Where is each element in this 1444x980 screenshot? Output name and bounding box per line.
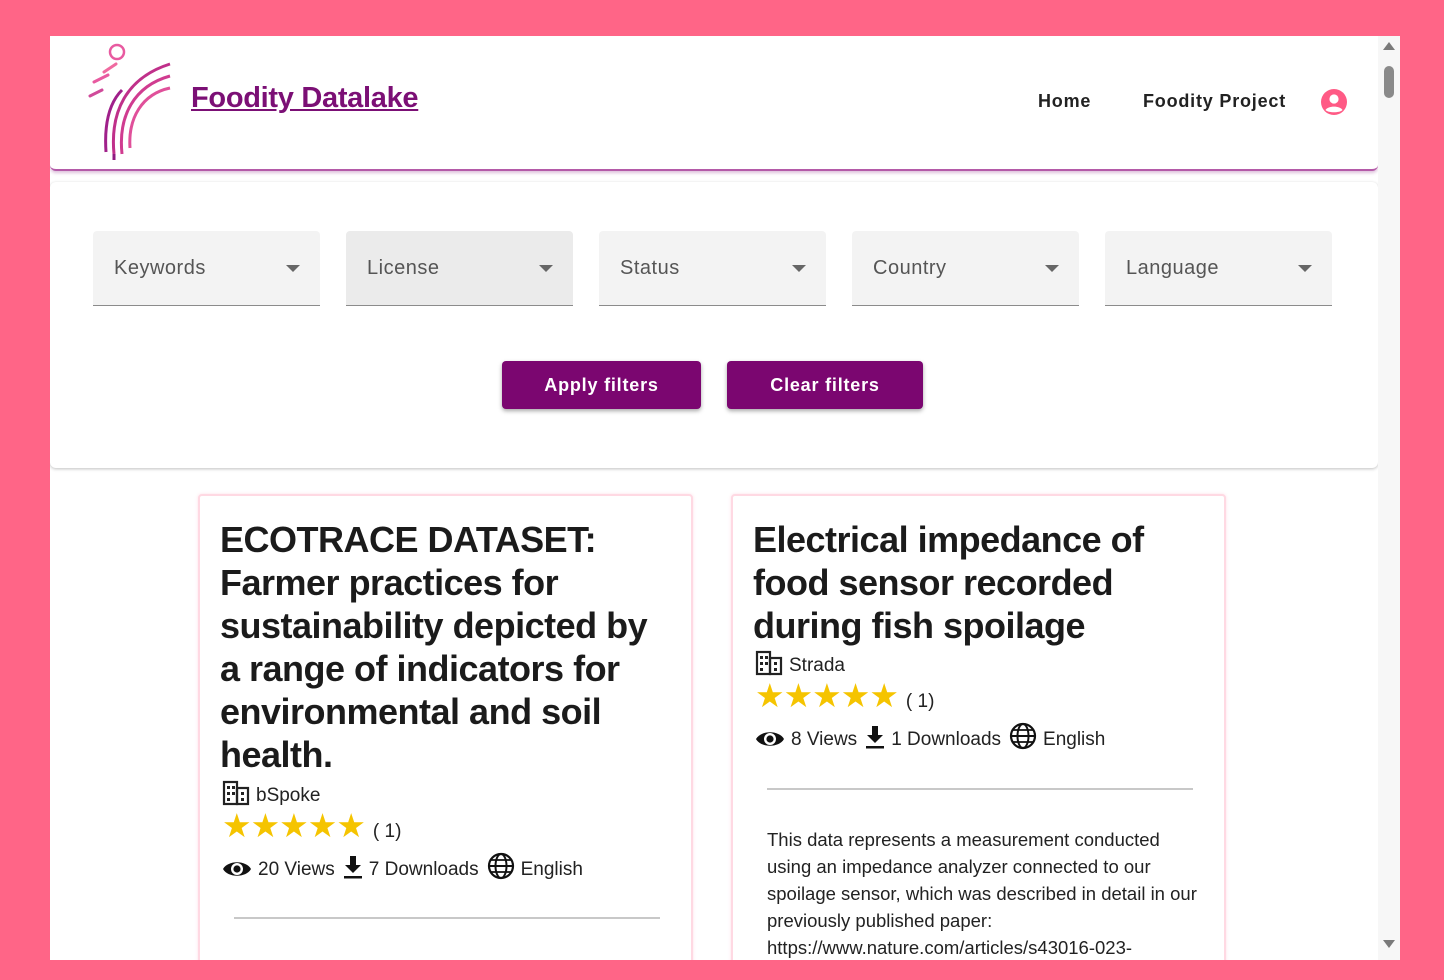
rating-count: ( 1): [372, 821, 402, 842]
dataset-meta: bSpoke ★★★★★ ( 1) 20 Views 7 Downloads E…: [222, 780, 591, 880]
scroll-down-arrow-icon[interactable]: [1383, 940, 1395, 948]
views-count: 8 Views: [791, 729, 858, 750]
downloads-count: 7 Downloads: [368, 859, 479, 880]
download-icon: [866, 726, 885, 749]
globe-icon: [487, 852, 514, 880]
stats-row: 8 Views 1 Downloads English: [755, 722, 1113, 750]
downloads-count: 1 Downloads: [891, 729, 1002, 750]
country-select-label: Country: [873, 257, 947, 279]
dataset-card[interactable]: ECOTRACE DATASET: Farmer practices for s…: [198, 494, 693, 960]
license-select-label: License: [367, 257, 440, 279]
status-select-label: Status: [620, 257, 680, 279]
building-icon: [222, 780, 250, 806]
status-select[interactable]: Status: [599, 231, 826, 306]
scroll-up-arrow-icon[interactable]: [1383, 42, 1395, 50]
star-rating-icon[interactable]: ★★★★★: [755, 678, 899, 714]
card-divider: [234, 917, 660, 919]
page-viewport: Foodity Datalake Home Foodity Project Ke…: [50, 36, 1378, 960]
globe-icon: [1009, 722, 1037, 750]
chevron-down-icon: [1045, 265, 1059, 272]
dataset-title[interactable]: Electrical impedance of food sensor reco…: [753, 518, 1203, 647]
user-account-icon[interactable]: [1320, 88, 1348, 116]
foodity-logo-icon[interactable]: [86, 42, 172, 160]
dataset-title[interactable]: ECOTRACE DATASET: Farmer practices for s…: [220, 518, 670, 776]
star-rating-icon[interactable]: ★★★★★: [222, 808, 366, 844]
stats-row: 20 Views 7 Downloads English: [222, 852, 591, 880]
keywords-select-label: Keywords: [114, 257, 206, 279]
dataset-card[interactable]: Electrical impedance of food sensor reco…: [731, 494, 1226, 960]
license-select[interactable]: License: [346, 231, 573, 306]
language-label: English: [520, 859, 583, 880]
dataset-description: This data represents a measurement condu…: [767, 829, 1197, 958]
language-select-label: Language: [1126, 257, 1219, 279]
nav-home-link[interactable]: Home: [1038, 91, 1091, 112]
organization-row: bSpoke: [222, 780, 591, 806]
apply-filters-button[interactable]: Apply filters: [502, 361, 701, 409]
rating-row: ★★★★★ ( 1): [755, 678, 1113, 714]
vertical-scrollbar[interactable]: [1378, 36, 1400, 960]
chevron-down-icon: [286, 265, 300, 272]
download-icon: [343, 856, 362, 879]
organization-name[interactable]: bSpoke: [256, 786, 320, 806]
clear-filters-button[interactable]: Clear filters: [727, 361, 923, 409]
language-label: English: [1043, 729, 1106, 750]
building-icon: [755, 650, 783, 676]
eye-icon: [223, 862, 251, 876]
rating-row: ★★★★★ ( 1): [222, 808, 591, 844]
language-select[interactable]: Language: [1105, 231, 1332, 306]
dataset-meta: Strada ★★★★★ ( 1) 8 Views 1 Downloads En…: [755, 650, 1113, 750]
nav-foodity-project-link[interactable]: Foodity Project: [1143, 91, 1286, 112]
keywords-select[interactable]: Keywords: [93, 231, 320, 306]
chevron-down-icon: [792, 265, 806, 272]
views-count: 20 Views: [258, 859, 335, 880]
card-divider: [767, 788, 1193, 790]
eye-icon: [756, 732, 784, 746]
rating-count: ( 1): [905, 691, 935, 712]
chevron-down-icon: [539, 265, 553, 272]
site-title-link[interactable]: Foodity Datalake: [191, 82, 419, 115]
vertical-scroll-thumb[interactable]: [1384, 66, 1394, 98]
browser-frame: Foodity Datalake Home Foodity Project Ke…: [50, 36, 1400, 960]
filter-panel: Keywords License Status Country Language…: [50, 182, 1378, 468]
top-header: Foodity Datalake Home Foodity Project: [50, 36, 1378, 171]
organization-row: Strada: [755, 650, 1113, 676]
chevron-down-icon: [1298, 265, 1312, 272]
organization-name[interactable]: Strada: [789, 656, 845, 676]
country-select[interactable]: Country: [852, 231, 1079, 306]
